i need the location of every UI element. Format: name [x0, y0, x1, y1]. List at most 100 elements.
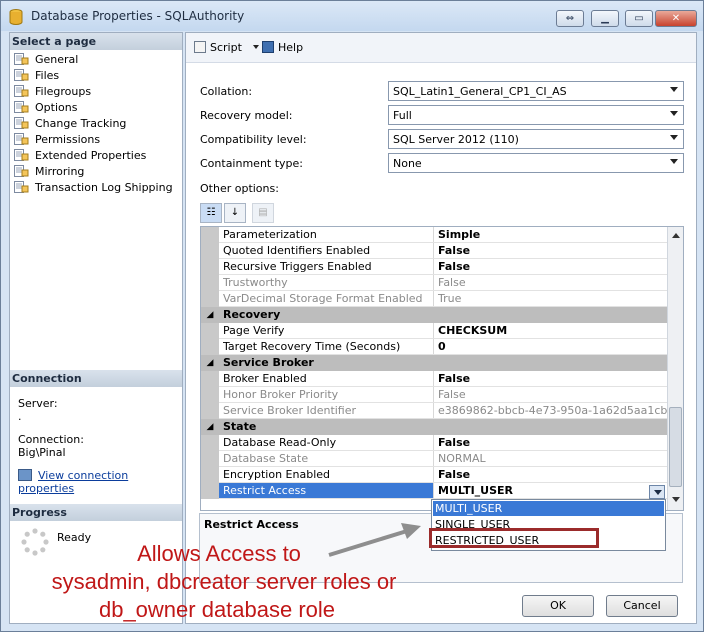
grid-row[interactable]: Encryption Enabled False [201, 467, 667, 483]
grid-row[interactable]: Broker Enabled False [201, 371, 667, 387]
chevron-down-icon [670, 111, 678, 116]
view-connection-properties[interactable]: View connection properties [18, 469, 182, 495]
grid-category-service-broker[interactable]: ◢ Service Broker [201, 355, 667, 371]
page-icon [14, 149, 29, 161]
grid-row[interactable]: Restrict Access MULTI_USER [201, 483, 667, 499]
page-item-label: Extended Properties [35, 149, 147, 162]
chevron-down-icon[interactable] [253, 45, 260, 49]
page-item-extended-properties[interactable]: Extended Properties [14, 149, 146, 165]
page-item-label: Permissions [35, 133, 101, 146]
chevron-down-icon [670, 159, 678, 164]
categorized-button[interactable]: ☷ [200, 203, 222, 223]
categorized-icon: ☷ [206, 207, 216, 218]
page-item-filegroups[interactable]: Filegroups [14, 85, 91, 101]
ok-button[interactable]: OK [522, 595, 594, 617]
grid-row[interactable]: Honor Broker Priority False [201, 387, 667, 403]
compatibility-level-label: Compatibility level: [200, 133, 307, 146]
maximize-button[interactable]: ▭ [625, 10, 653, 27]
annotation-line-1: Allows Access to [137, 541, 301, 566]
containment-type-label: Containment type: [200, 157, 304, 170]
collapse-icon[interactable]: ◢ [201, 355, 219, 371]
grid-gutter [201, 291, 219, 307]
grid-gutter [201, 243, 219, 259]
close-button[interactable]: ✕ [655, 10, 697, 27]
property-name: Target Recovery Time (Seconds) [223, 340, 401, 353]
category-label: Recovery [223, 308, 281, 321]
grid-row[interactable]: Database Read-Only False [201, 435, 667, 451]
script-label: Script [210, 41, 242, 54]
grid-row[interactable]: Service Broker Identifier e3869862-bbcb-4… [201, 403, 667, 419]
property-value[interactable]: False [433, 259, 667, 275]
page-icon [14, 181, 29, 193]
script-icon [194, 41, 206, 53]
property-value[interactable]: True [433, 291, 667, 307]
page-item-options[interactable]: Options [14, 101, 77, 117]
property-value[interactable]: False [433, 243, 667, 259]
grid-gutter [201, 483, 219, 499]
property-value[interactable]: e3869862-bbcb-4e73-950a-1a62d5aa1cb0 [433, 403, 667, 419]
compatibility-level-select[interactable]: SQL Server 2012 (110) [388, 129, 684, 149]
grid-category-state[interactable]: ◢ State [201, 419, 667, 435]
grid-row[interactable]: Parameterization Simple [201, 227, 667, 243]
grid-row[interactable]: VarDecimal Storage Format Enabled True [201, 291, 667, 307]
property-value[interactable]: False [433, 435, 667, 451]
compatibility-level-value: SQL Server 2012 (110) [393, 133, 519, 146]
cancel-button[interactable]: Cancel [606, 595, 678, 617]
grid-scrollbar[interactable] [667, 227, 683, 510]
dropdown-option-multi-user[interactable]: MULTI_USER [433, 501, 664, 516]
property-value[interactable]: False [433, 387, 667, 403]
property-name: Recursive Triggers Enabled [223, 260, 372, 273]
view-connection-link[interactable]: View connection properties [18, 469, 128, 495]
page-item-label: Transaction Log Shipping [35, 181, 173, 194]
alphabetical-button[interactable]: ↓ [224, 203, 246, 223]
scroll-up-icon[interactable] [672, 233, 680, 238]
grid-row[interactable]: Database State NORMAL [201, 451, 667, 467]
page-icon [14, 53, 29, 65]
grid-row[interactable]: Trustworthy False [201, 275, 667, 291]
help-button[interactable]: Help [262, 41, 303, 54]
property-name: Quoted Identifiers Enabled [223, 244, 371, 257]
property-value[interactable]: MULTI_USER [433, 483, 667, 499]
scroll-down-icon[interactable] [672, 497, 680, 502]
collapse-icon[interactable]: ◢ [201, 307, 219, 323]
property-value[interactable]: False [433, 371, 667, 387]
property-name: Broker Enabled [223, 372, 307, 385]
page-icon [14, 133, 29, 145]
title-bar: Database Properties - SQLAuthority ⇔ ▁ ▭… [1, 1, 703, 31]
property-value[interactable]: CHECKSUM [433, 323, 667, 339]
minimize-button[interactable]: ▁ [591, 10, 619, 27]
restore-icon: ⇔ [565, 13, 575, 24]
collation-select[interactable]: SQL_Latin1_General_CP1_CI_AS [388, 81, 684, 101]
page-item-mirroring[interactable]: Mirroring [14, 165, 84, 181]
script-button[interactable]: Script [194, 41, 260, 54]
annotation-line-2: sysadmin, dbcreator server roles or [51, 569, 397, 594]
page-item-transaction-log-shipping[interactable]: Transaction Log Shipping [14, 181, 173, 197]
category-label: State [223, 420, 257, 433]
page-item-permissions[interactable]: Permissions [14, 133, 100, 149]
property-value[interactable]: False [433, 275, 667, 291]
containment-type-select[interactable]: None [388, 153, 684, 173]
collation-value: SQL_Latin1_General_CP1_CI_AS [393, 85, 567, 98]
grid-row[interactable]: Target Recovery Time (Seconds) 0 [201, 339, 667, 355]
property-value[interactable]: False [433, 467, 667, 483]
property-value[interactable]: 0 [433, 339, 667, 355]
restrict-access-dropdown-button[interactable] [649, 485, 665, 499]
grid-row[interactable]: Page Verify CHECKSUM [201, 323, 667, 339]
page-item-change-tracking[interactable]: Change Tracking [14, 117, 126, 133]
scroll-thumb[interactable] [669, 407, 682, 487]
collapse-icon[interactable]: ◢ [201, 419, 219, 435]
property-name: Service Broker Identifier [223, 404, 357, 417]
database-properties-window: Database Properties - SQLAuthority ⇔ ▁ ▭… [0, 0, 704, 632]
grid-row[interactable]: Quoted Identifiers Enabled False [201, 243, 667, 259]
page-item-general[interactable]: General [14, 53, 78, 69]
property-name: Database Read-Only [223, 436, 337, 449]
property-pages-button[interactable]: ▤ [252, 203, 274, 223]
property-value[interactable]: NORMAL [433, 451, 667, 467]
recovery-model-select[interactable]: Full [388, 105, 684, 125]
grid-row[interactable]: Recursive Triggers Enabled False [201, 259, 667, 275]
property-value[interactable]: Simple [433, 227, 667, 243]
grid-category-recovery[interactable]: ◢ Recovery [201, 307, 667, 323]
grid-gutter [201, 339, 219, 355]
page-item-files[interactable]: Files [14, 69, 59, 85]
restore-button[interactable]: ⇔ [556, 10, 584, 27]
